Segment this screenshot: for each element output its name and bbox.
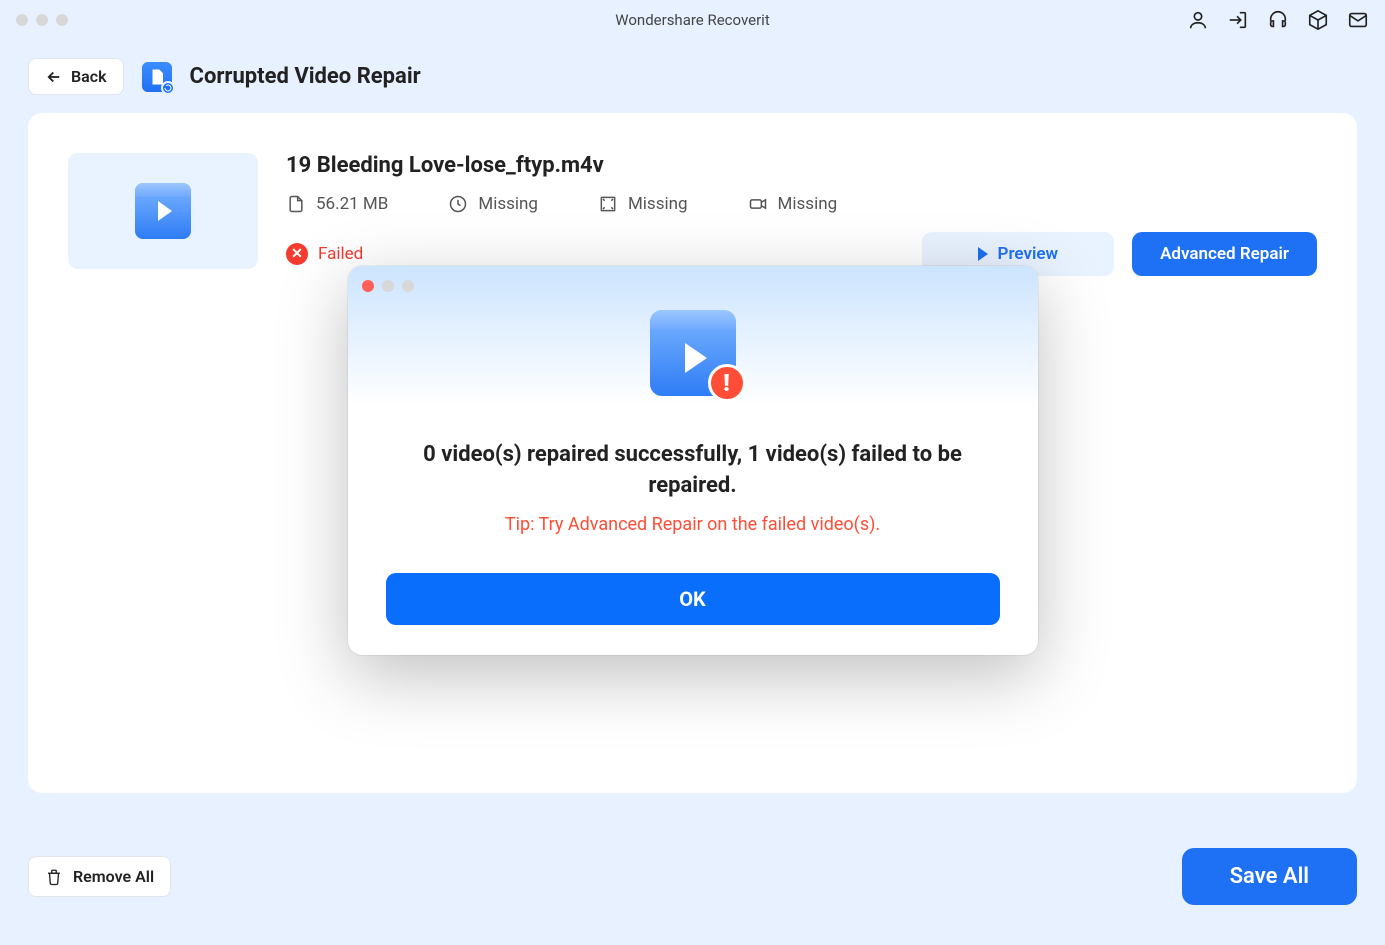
alert-badge-icon: ! xyxy=(708,364,746,402)
file-info: 19 Bleeding Love-lose_ftyp.m4v 56.21 MB … xyxy=(286,153,1317,276)
modal-minimize-button[interactable] xyxy=(382,280,394,292)
titlebar: Wondershare Recoverit xyxy=(0,0,1385,40)
file-size: 56.21 MB xyxy=(286,194,388,214)
clock-icon xyxy=(448,194,468,214)
page-header: Back Corrupted Video Repair xyxy=(0,40,1385,113)
window-title: Wondershare Recoverit xyxy=(615,11,769,29)
page-title: Corrupted Video Repair xyxy=(190,64,421,89)
status-failed: ✕ Failed xyxy=(286,243,363,265)
package-icon[interactable] xyxy=(1307,9,1329,31)
file-resolution: Missing xyxy=(598,194,688,214)
app-icon xyxy=(142,62,172,92)
back-label: Back xyxy=(71,67,107,86)
document-icon xyxy=(286,194,306,214)
login-icon[interactable] xyxy=(1227,9,1249,31)
refresh-badge-icon xyxy=(161,81,175,95)
result-modal: ! 0 video(s) repaired successfully, 1 vi… xyxy=(348,266,1038,655)
advanced-repair-button[interactable]: Advanced Repair xyxy=(1132,232,1317,276)
modal-icon: ! xyxy=(650,310,736,396)
file-camera: Missing xyxy=(748,194,838,214)
file-name: 19 Bleeding Love-lose_ftyp.m4v xyxy=(286,153,1317,178)
minimize-window-button[interactable] xyxy=(36,14,48,26)
titlebar-actions xyxy=(1187,9,1369,31)
play-icon xyxy=(685,343,707,373)
modal-header: ! xyxy=(348,266,1038,406)
modal-message: 0 video(s) repaired successfully, 1 vide… xyxy=(386,440,1000,502)
play-icon xyxy=(978,247,988,261)
file-meta-row: 56.21 MB Missing Missing Missing xyxy=(286,194,1317,214)
trash-icon xyxy=(45,868,63,886)
video-icon xyxy=(135,183,191,239)
modal-body: 0 video(s) repaired successfully, 1 vide… xyxy=(348,406,1038,655)
mail-icon[interactable] xyxy=(1347,9,1369,31)
modal-maximize-button[interactable] xyxy=(402,280,414,292)
remove-all-button[interactable]: Remove All xyxy=(28,856,171,897)
modal-close-button[interactable] xyxy=(362,280,374,292)
file-thumbnail xyxy=(68,153,258,269)
file-row: 19 Bleeding Love-lose_ftyp.m4v 56.21 MB … xyxy=(68,153,1317,276)
error-icon: ✕ xyxy=(286,243,308,265)
support-icon[interactable] xyxy=(1267,9,1289,31)
ok-button[interactable]: OK xyxy=(386,573,1000,625)
save-all-button[interactable]: Save All xyxy=(1182,848,1357,905)
modal-tip: Tip: Try Advanced Repair on the failed v… xyxy=(386,514,1000,535)
maximize-window-button[interactable] xyxy=(56,14,68,26)
footer: Remove All Save All xyxy=(0,824,1385,945)
close-window-button[interactable] xyxy=(16,14,28,26)
window-controls xyxy=(16,14,68,26)
camera-icon xyxy=(748,194,768,214)
video-icon: ! xyxy=(650,310,736,396)
back-button[interactable]: Back xyxy=(28,58,124,95)
arrow-left-icon xyxy=(45,68,63,86)
expand-icon xyxy=(598,194,618,214)
account-icon[interactable] xyxy=(1187,9,1209,31)
modal-window-controls xyxy=(362,280,1024,292)
play-icon xyxy=(158,201,172,221)
file-duration: Missing xyxy=(448,194,538,214)
